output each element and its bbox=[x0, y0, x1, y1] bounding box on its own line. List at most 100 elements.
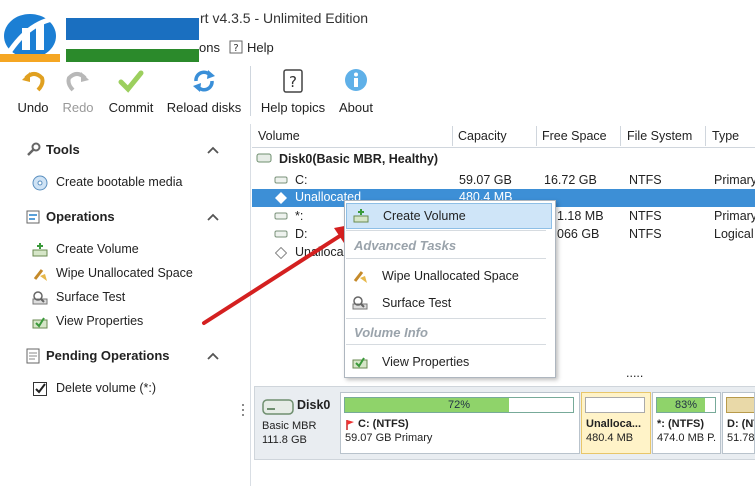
menu-divider bbox=[346, 344, 546, 345]
partition-name: Unalloca... bbox=[586, 418, 642, 430]
cell-fs: NTFS bbox=[629, 209, 662, 223]
info-icon bbox=[345, 69, 367, 91]
column-separator[interactable] bbox=[452, 126, 453, 146]
partition-star-block[interactable]: 83% *: (NTFS) 474.0 MB P. bbox=[652, 392, 721, 454]
cell-free: 066 GB bbox=[557, 227, 600, 241]
about-label: About bbox=[339, 100, 373, 115]
surface-test-icon bbox=[32, 291, 48, 305]
usage-bar: 83% bbox=[656, 397, 716, 413]
partition-name: *: (NTFS) bbox=[657, 418, 705, 430]
menu-divider bbox=[346, 258, 546, 259]
cell-fs: NTFS bbox=[629, 173, 662, 187]
tools-section-title: Tools bbox=[46, 142, 80, 157]
partition-icon bbox=[274, 176, 288, 184]
ctx-view-properties[interactable]: View Properties bbox=[346, 350, 552, 374]
flag-icon bbox=[346, 420, 354, 430]
more-dots: ..... bbox=[626, 366, 644, 380]
reload-disks-button[interactable]: Reload disks bbox=[164, 64, 244, 118]
volume-info-heading: Volume Info bbox=[354, 325, 428, 340]
ctx-create-volume-label: Create Volume bbox=[383, 209, 466, 223]
chevron-up-icon[interactable] bbox=[206, 145, 220, 155]
ctx-surface-test[interactable]: Surface Test bbox=[346, 291, 552, 315]
checkmark-icon bbox=[118, 70, 144, 93]
cell-type: Primary bbox=[714, 173, 755, 187]
disk-map-size: 111.8 GB bbox=[262, 434, 307, 446]
column-file-system[interactable]: File System bbox=[627, 129, 692, 143]
advanced-tasks-heading: Advanced Tasks bbox=[354, 238, 457, 253]
ctx-wipe-unallocated[interactable]: Wipe Unallocated Space bbox=[346, 264, 552, 288]
wipe-unallocated-label: Wipe Unallocated Space bbox=[56, 266, 193, 280]
panel-resize-grip[interactable] bbox=[241, 402, 245, 418]
help-topics-label: Help topics bbox=[260, 100, 326, 115]
title-overlay-white bbox=[66, 40, 199, 49]
create-volume-label: Create Volume bbox=[56, 242, 139, 256]
surface-test-icon bbox=[352, 296, 368, 310]
about-button[interactable]: About bbox=[334, 64, 378, 118]
reload-icon bbox=[193, 70, 215, 92]
column-free-space[interactable]: Free Space bbox=[542, 129, 607, 143]
pending-operations-title: Pending Operations bbox=[46, 348, 170, 363]
properties-icon bbox=[32, 317, 48, 329]
hard-disk-icon bbox=[256, 153, 272, 163]
svg-text:?: ? bbox=[233, 43, 238, 54]
svg-text:?: ? bbox=[289, 73, 297, 91]
help-topics-button[interactable]: ? Help topics bbox=[258, 64, 328, 118]
partition-detail: 474.0 MB P. bbox=[657, 432, 717, 444]
cell-fs: NTFS bbox=[629, 227, 662, 241]
redo-label: Redo bbox=[62, 100, 94, 115]
undo-button[interactable]: Undo bbox=[12, 64, 54, 118]
commit-button[interactable]: Commit bbox=[104, 64, 158, 118]
cell-type: Primary bbox=[714, 209, 755, 223]
operations-icon bbox=[26, 210, 40, 224]
usage-percent: 83% bbox=[674, 399, 698, 411]
usage-bar bbox=[726, 397, 754, 413]
partition-name: C: (NTFS) bbox=[358, 418, 409, 430]
column-capacity[interactable]: Capacity bbox=[458, 129, 507, 143]
table-row[interactable]: C: 59.07 GB 16.72 GB NTFS Primary bbox=[252, 172, 755, 190]
checkbox-checked-icon bbox=[33, 382, 47, 396]
disk0-block[interactable]: Disk0 Basic MBR 111.8 GB bbox=[258, 392, 338, 452]
view-properties-label: View Properties bbox=[56, 314, 144, 328]
unallocated-diamond-icon bbox=[275, 192, 287, 204]
bootable-media-icon bbox=[32, 175, 48, 191]
commit-label: Commit bbox=[108, 100, 154, 115]
partition-name: D: (NT bbox=[727, 418, 754, 430]
redo-icon bbox=[66, 72, 89, 92]
column-volume[interactable]: Volume bbox=[258, 129, 300, 143]
disk-map-name: Disk0 bbox=[297, 398, 331, 412]
cell-free: 16.72 GB bbox=[544, 173, 597, 187]
usage-percent: 72% bbox=[447, 399, 471, 411]
undo-label: Undo bbox=[17, 100, 49, 115]
column-separator[interactable] bbox=[536, 126, 537, 146]
disk-map-type: Basic MBR bbox=[262, 420, 317, 432]
app-logo-icon bbox=[0, 14, 61, 64]
wrench-icon bbox=[27, 142, 41, 156]
disk-row[interactable]: Disk0(Basic MBR, Healthy) bbox=[252, 151, 755, 169]
broom-icon bbox=[353, 271, 367, 283]
chevron-up-icon[interactable] bbox=[206, 351, 220, 361]
partition-detail: 51.78 bbox=[727, 432, 755, 444]
column-separator[interactable] bbox=[620, 126, 621, 146]
partition-detail: 480.4 MB bbox=[586, 432, 634, 444]
disk-label: Disk0(Basic MBR, Healthy) bbox=[279, 152, 439, 166]
help-menu-icon: ? bbox=[229, 40, 243, 54]
create-volume-icon bbox=[353, 209, 369, 223]
partition-d-block[interactable]: D: (NT 51.78 bbox=[722, 392, 755, 454]
menu-options[interactable]: ons bbox=[199, 40, 220, 55]
pending-delete-volume-label: Delete volume (*:) bbox=[56, 381, 157, 395]
partition-unallocated-block[interactable]: Unalloca... 480.4 MB bbox=[581, 392, 651, 454]
ctx-surface-label: Surface Test bbox=[382, 296, 452, 310]
usage-bar bbox=[585, 397, 645, 413]
redo-button[interactable]: Redo bbox=[58, 64, 98, 118]
ctx-create-volume[interactable]: Create Volume bbox=[346, 203, 552, 229]
column-separator[interactable] bbox=[705, 126, 706, 146]
menu-divider bbox=[346, 230, 546, 231]
partition-c-block[interactable]: 72% C: (NTFS) 59.07 GB Primary bbox=[340, 392, 580, 454]
properties-icon bbox=[352, 357, 368, 369]
usage-bar: 72% bbox=[344, 397, 574, 413]
pending-operations-icon bbox=[26, 348, 40, 364]
surface-test-label: Surface Test bbox=[56, 290, 126, 304]
column-type[interactable]: Type bbox=[712, 129, 739, 143]
menu-divider bbox=[346, 318, 546, 319]
menu-help[interactable]: Help bbox=[247, 40, 274, 55]
